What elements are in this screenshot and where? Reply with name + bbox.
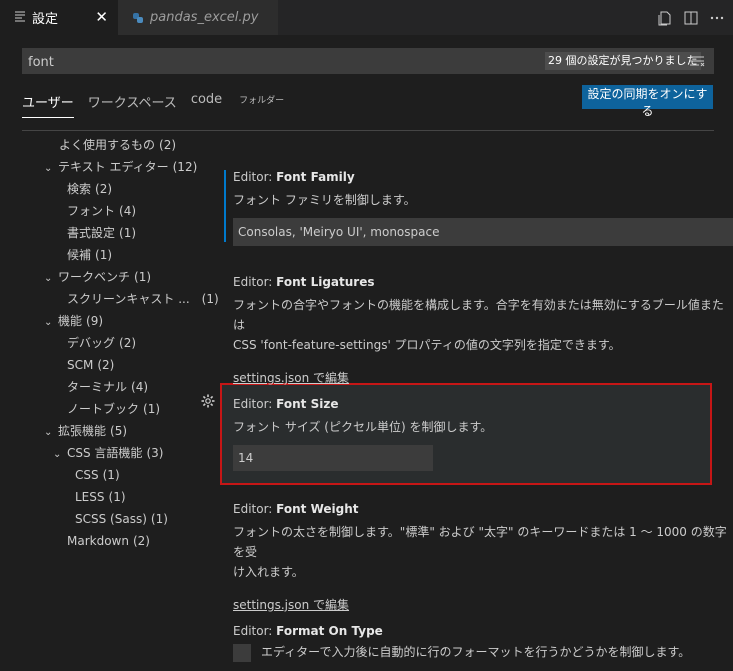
edit-in-settings-json-link[interactable]: settings.json で編集 [233, 369, 349, 386]
tab-user[interactable]: ユーザー [22, 92, 74, 118]
tab-bar: 設定 ✕ pandas_excel.py [0, 0, 733, 35]
search-input[interactable] [22, 48, 530, 76]
setting-title: Editor: Font Weight [233, 502, 359, 516]
format-on-type-checkbox[interactable] [233, 643, 251, 662]
toc-item[interactable]: ⌄ テキスト エディター (12) [44, 157, 197, 177]
toc-item[interactable]: ⌄ CSS 言語機能 (3) [53, 443, 163, 463]
toc-item[interactable]: Markdown (2) [67, 531, 150, 551]
toc-item[interactable]: 書式設定 (1) [67, 223, 136, 243]
setting-description: フォント サイズ (ピクセル単位) を制御します。 [233, 420, 493, 434]
result-count-badge: 29 個の設定が見つかりました [545, 52, 701, 70]
toc-item[interactable]: ノートブック (1) [67, 399, 160, 419]
settings-search: 29 個の設定が見つかりました [22, 48, 714, 76]
edit-in-settings-json-link[interactable]: settings.json で編集 [233, 596, 349, 613]
chevron-down-icon: ⌄ [44, 163, 53, 174]
toc-item[interactable]: SCSS (Sass) (1) [75, 509, 168, 529]
setting-font-weight: Editor: Font Weight フォントの太さを制御します。"標準" お… [233, 502, 733, 613]
settings-list-icon [14, 10, 26, 25]
setting-title: Editor: Font Size [233, 397, 339, 411]
open-json-icon[interactable] [657, 10, 673, 26]
toc-item[interactable]: ⌄ 機能 (9) [44, 311, 103, 331]
filter-icon[interactable] [688, 52, 706, 70]
setting-description: フォントの合字やフォントの機能を構成します。合字を有効または無効にするブール値ま… [233, 298, 724, 352]
setting-description: エディターで入力後に自動的に行のフォーマットを行うかどうかを制御します。 [233, 642, 690, 662]
folder-label: code [190, 92, 223, 107]
toc-item[interactable]: スクリーンキャスト ... (1) [67, 289, 219, 309]
setting-description: フォントの太さを制御します。"標準" および "太字" のキーワードまたは 1 … [233, 525, 727, 579]
more-actions-icon[interactable] [709, 10, 725, 26]
toc-item[interactable]: フォント (4) [67, 201, 136, 221]
toc-item[interactable]: よく使用するもの (2) [59, 135, 176, 155]
setting-title: Editor: Format On Type [233, 624, 383, 638]
python-file-icon [132, 12, 144, 24]
editor-actions [657, 0, 725, 35]
toc-item[interactable]: 候補 (1) [67, 245, 112, 265]
setting-description: フォント ファミリを制御します。 [233, 193, 416, 207]
tab-label: pandas_excel.py [150, 10, 259, 25]
setting-format-on-type: Editor: Format On Type エディターで入力後に自動的に行のフ… [233, 624, 690, 662]
tab-settings[interactable]: 設定 ✕ [0, 0, 118, 35]
scope-tabs: ユーザー ワークスペース code フォルダー [22, 92, 312, 118]
chevron-down-icon: ⌄ [44, 317, 53, 328]
turn-on-sync-button[interactable]: 設定の同期をオンにする [582, 85, 713, 118]
tab-folder[interactable]: code フォルダー [191, 92, 298, 107]
chevron-down-icon: ⌄ [44, 273, 53, 284]
tab-label: 設定 [32, 12, 59, 27]
toc-item[interactable]: 検索 (2) [67, 179, 112, 199]
toc-item[interactable]: LESS (1) [75, 487, 126, 507]
chevron-down-icon: ⌄ [44, 427, 53, 438]
setting-title: Editor: Font Family [233, 170, 355, 184]
setting-font-size: Editor: Font Size フォント サイズ (ピクセル単位) を制御し… [233, 397, 492, 471]
setting-title: Editor: Font Ligatures [233, 275, 375, 289]
font-family-input[interactable] [233, 218, 733, 246]
split-editor-icon[interactable] [683, 10, 699, 26]
toc-item[interactable]: ⌄ ワークベンチ (1) [44, 267, 151, 287]
chevron-down-icon: ⌄ [53, 449, 62, 460]
folder-suffix: フォルダー [239, 96, 285, 106]
gear-icon[interactable] [200, 393, 216, 409]
toc-item[interactable]: ⌄ 拡張機能 (5) [44, 421, 127, 441]
setting-font-family: Editor: Font Family フォント ファミリを制御します。 [233, 170, 733, 246]
header-divider [22, 130, 714, 131]
toc-item[interactable]: SCM (2) [67, 355, 114, 375]
setting-font-ligatures: Editor: Font Ligatures フォントの合字やフォントの機能を構… [233, 275, 733, 386]
tab-pandas-excel[interactable]: pandas_excel.py [118, 0, 278, 35]
font-size-input[interactable] [233, 445, 433, 471]
close-icon[interactable]: ✕ [95, 8, 108, 26]
toc-item[interactable]: デバッグ (2) [67, 333, 136, 353]
focused-setting-indicator [224, 170, 226, 242]
toc-item[interactable]: ターミナル (4) [67, 377, 148, 397]
toc-item[interactable]: CSS (1) [75, 465, 120, 485]
tab-workspace[interactable]: ワークスペース [88, 92, 177, 111]
